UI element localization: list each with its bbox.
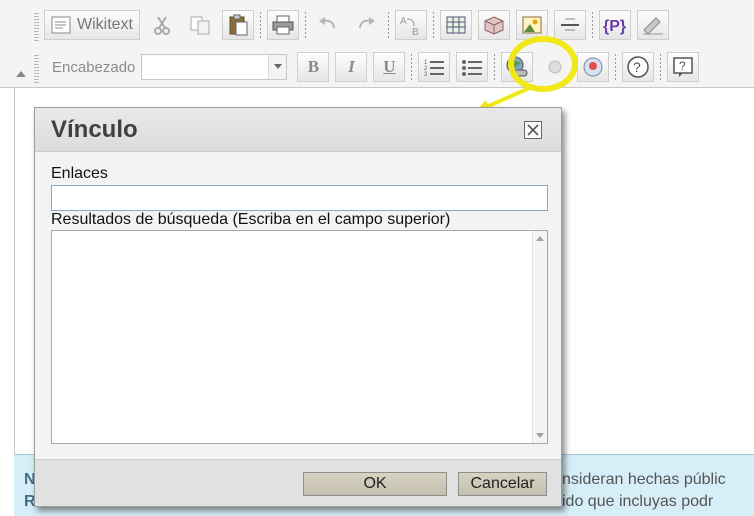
scissors-icon	[154, 16, 170, 35]
chevron-down-icon[interactable]	[268, 55, 287, 79]
notice-line1-text: nsideran hechas públic	[562, 471, 726, 488]
bold-button[interactable]: B	[297, 52, 330, 82]
copy-icon	[190, 16, 210, 35]
bulleted-list-icon	[462, 60, 483, 76]
svg-text:{P}: {P}	[603, 18, 626, 35]
svg-text:?: ?	[633, 59, 641, 75]
horizontal-rule-button[interactable]	[554, 10, 586, 40]
dialog-title: Vínculo	[51, 116, 138, 143]
underline-button[interactable]: U	[373, 52, 406, 82]
toolbar-separator	[592, 12, 593, 38]
notice-line2-text: ido que incluyas podr	[562, 493, 714, 510]
wikitext-button[interactable]: Wikitext	[44, 10, 140, 40]
toolbar-separator	[388, 12, 389, 38]
redo-button[interactable]	[350, 10, 382, 40]
image-icon	[522, 16, 542, 34]
italic-button[interactable]: I	[335, 52, 368, 82]
horizontal-rule-icon	[561, 18, 579, 31]
table-icon	[446, 16, 466, 34]
svg-text:3: 3	[424, 72, 428, 77]
find-replace-button[interactable]: AB	[395, 10, 427, 40]
copy-button[interactable]	[184, 10, 216, 40]
toolbar-separator	[305, 12, 306, 38]
links-input[interactable]	[51, 185, 548, 211]
editor-toolbar: Wikitext AB {P} Encabezado B I U 1 2 3 ?…	[0, 0, 754, 88]
results-scrollbar[interactable]	[532, 231, 547, 443]
numbered-list-icon: 123	[424, 60, 445, 77]
scroll-up-icon[interactable]	[536, 236, 544, 241]
help-icon: ?	[627, 56, 650, 78]
svg-text:A: A	[400, 16, 407, 27]
wikitext-icon	[51, 16, 71, 34]
dialog-header: Vínculo	[35, 108, 561, 152]
toolbar-separator	[615, 54, 617, 80]
close-button[interactable]	[524, 121, 542, 139]
wikitext-label: Wikitext	[77, 16, 133, 33]
toolbar-row-2: Encabezado B I U 123 ? ?	[38, 50, 705, 84]
print-button[interactable]	[267, 10, 299, 40]
results-label: Resultados de búsqueda (Escriba en el ca…	[51, 211, 451, 228]
italic-label: I	[348, 57, 355, 76]
undo-icon	[319, 17, 335, 29]
cut-button[interactable]	[146, 10, 178, 40]
svg-text:B: B	[412, 27, 419, 37]
toolbar-collapse-icon[interactable]	[16, 71, 26, 77]
template-icon: {P}	[603, 18, 626, 35]
search-results-list[interactable]	[51, 230, 548, 444]
special-characters-button[interactable]	[577, 52, 610, 82]
comment-help-button[interactable]: ?	[667, 52, 700, 82]
cube-icon	[484, 16, 504, 35]
map-pin-icon	[583, 57, 603, 77]
find-replace-icon: AB	[400, 16, 419, 37]
undo-button[interactable]	[312, 10, 344, 40]
dialog-footer: OK Cancelar	[35, 459, 561, 506]
toolbar-separator	[411, 54, 413, 80]
paste-button[interactable]	[222, 10, 254, 40]
bold-label: B	[307, 57, 320, 76]
paste-icon	[229, 14, 248, 36]
signature-button[interactable]	[637, 10, 669, 40]
template-button[interactable]: {P}	[599, 10, 631, 40]
printer-icon	[272, 15, 294, 35]
scroll-down-icon[interactable]	[536, 433, 544, 438]
svg-text:?: ?	[679, 59, 686, 73]
heading-select[interactable]	[141, 54, 288, 80]
toolbar-row-1: Wikitext AB {P}	[44, 8, 675, 42]
links-label: Enlaces	[51, 165, 108, 182]
cancel-button[interactable]: Cancelar	[458, 472, 547, 496]
signature-icon	[643, 17, 663, 35]
toolbar-separator	[660, 54, 662, 80]
bulleted-list-button[interactable]	[456, 52, 489, 82]
widget-button[interactable]	[478, 10, 510, 40]
toolbar-separator	[433, 12, 434, 38]
toolbar-separator	[494, 54, 496, 80]
link-dialog: Vínculo Enlaces Resultados de búsqueda (…	[34, 107, 562, 507]
toolbar-grip-row1	[34, 13, 39, 41]
redo-icon	[359, 17, 375, 29]
help-button[interactable]: ?	[622, 52, 655, 82]
table-button[interactable]	[440, 10, 472, 40]
ok-button[interactable]: OK	[303, 472, 447, 496]
close-icon	[527, 124, 539, 136]
heading-label: Encabezado	[52, 58, 136, 76]
toolbar-separator	[260, 12, 261, 38]
underline-label: U	[383, 57, 396, 76]
numbered-list-button[interactable]: 123	[418, 52, 451, 82]
comment-question-icon: ?	[673, 57, 694, 77]
